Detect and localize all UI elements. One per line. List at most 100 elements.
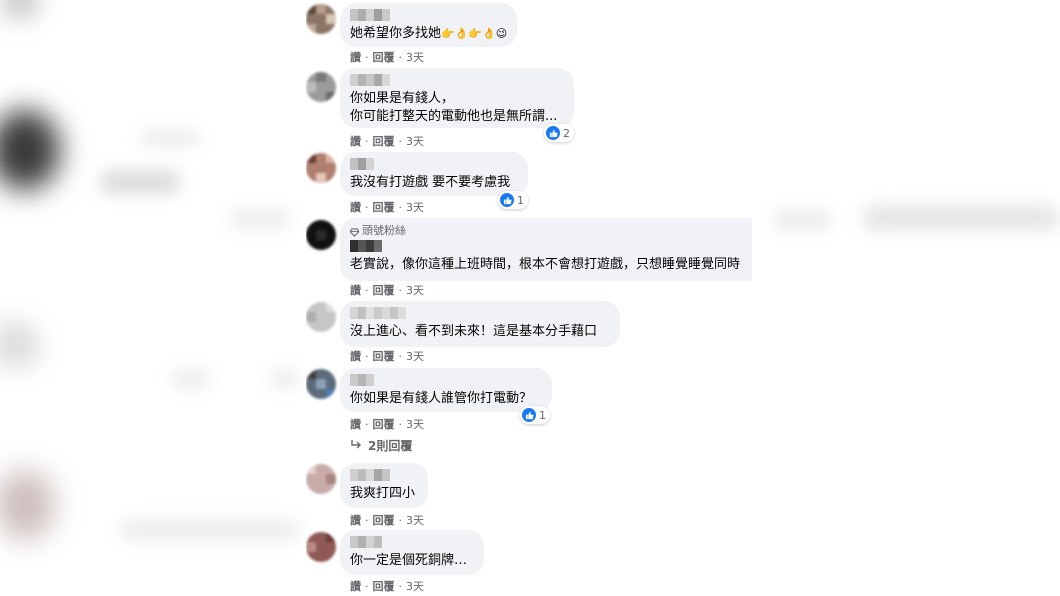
comment-actions: 讚 · 回覆 · 3天 xyxy=(350,199,424,215)
comment-actions: 讚 · 回覆 · 3天 xyxy=(350,348,424,364)
avatar[interactable] xyxy=(306,369,336,399)
comment-bubble: 沒上進心、看不到未來！這是基本分手藉口 xyxy=(340,301,620,347)
avatar[interactable] xyxy=(306,153,336,183)
reaction-count[interactable]: 1 xyxy=(498,191,528,209)
reply-link[interactable]: 回覆 xyxy=(373,416,395,432)
reaction-number: 1 xyxy=(517,193,524,207)
timestamp[interactable]: 3天 xyxy=(406,416,424,432)
commenter-name-blurred[interactable] xyxy=(350,469,418,481)
reaction-number: 2 xyxy=(563,126,570,140)
thumbs-up-icon xyxy=(500,193,514,207)
comment-actions: 讚 · 回覆 · 3天 xyxy=(350,49,424,65)
separator: · xyxy=(398,134,403,148)
commenter-name-blurred[interactable] xyxy=(350,307,610,319)
thumbs-up-icon xyxy=(522,408,536,422)
blurred-background-right xyxy=(752,0,1060,596)
like-link[interactable]: 讚 xyxy=(350,512,361,528)
reply-link[interactable]: 回覆 xyxy=(373,133,395,149)
separator: · xyxy=(365,200,369,214)
commenter-name-blurred[interactable] xyxy=(350,9,507,21)
emoji-sequence: 👉👌👉👌😉 xyxy=(441,27,508,40)
separator: · xyxy=(398,50,403,64)
commenter-name-blurred[interactable] xyxy=(350,240,750,252)
separator: · xyxy=(365,513,369,527)
diamond-icon xyxy=(349,227,360,237)
comment-text: 老實說，像你這種上班時間，根本不會想打遊戲，只想睡覺睡覺同時 xyxy=(350,257,741,272)
comment-bubble: 我沒有打遊戲 要不要考慮我 xyxy=(340,152,528,196)
comment-text: 沒上進心、看不到未來！這是基本分手藉口 xyxy=(350,324,598,339)
like-link[interactable]: 讚 xyxy=(350,199,361,215)
comment-bubble: 我爽打四小 xyxy=(340,463,428,508)
like-link[interactable]: 讚 xyxy=(350,282,361,298)
commenter-name-blurred[interactable] xyxy=(350,74,564,86)
replies-count-label: 2則回覆 xyxy=(368,439,413,453)
reply-link[interactable]: 回覆 xyxy=(373,348,395,364)
comment-bubble: 她希望你多找她👉👌👉👌😉 xyxy=(340,3,518,47)
comment-actions: 讚 · 回覆 · 3天 xyxy=(350,512,424,528)
like-link[interactable]: 讚 xyxy=(350,416,361,432)
comment-text: 你一定是個死銅牌… xyxy=(350,553,468,568)
comment-text: 她希望你多找她👉👌👉👌😉 xyxy=(350,26,508,41)
avatar[interactable] xyxy=(306,4,336,34)
avatar[interactable] xyxy=(306,72,336,102)
like-link[interactable]: 讚 xyxy=(350,578,361,594)
separator: · xyxy=(365,417,369,431)
comment-thread: 她希望你多找她👉👌👉👌😉 讚 · 回覆 · 3天 你如果是有錢人， 你可能打整天的電… xyxy=(306,0,752,596)
timestamp[interactable]: 3天 xyxy=(406,512,424,528)
like-link[interactable]: 讚 xyxy=(350,49,361,65)
reply-link[interactable]: 回覆 xyxy=(373,578,395,594)
reply-link[interactable]: 回覆 xyxy=(373,512,395,528)
avatar[interactable] xyxy=(306,532,336,562)
timestamp[interactable]: 3天 xyxy=(406,348,424,364)
separator: · xyxy=(365,579,369,593)
reaction-count[interactable]: 1 xyxy=(520,406,550,424)
comment-actions: 讚 · 回覆 · 3天 xyxy=(350,133,424,149)
comment-actions: 讚 · 回覆 · 3天 xyxy=(350,578,424,594)
reply-arrow-icon xyxy=(350,439,362,453)
comment-text: 我爽打四小 xyxy=(350,486,416,501)
avatar[interactable] xyxy=(306,302,336,332)
separator: · xyxy=(398,200,403,214)
timestamp[interactable]: 3天 xyxy=(406,199,424,215)
blurred-background-left xyxy=(0,0,306,596)
thumbs-up-icon xyxy=(546,126,560,140)
comment-bubble: 你如果是有錢人， 你可能打整天的電動他也是無所謂... xyxy=(340,68,574,128)
reply-link[interactable]: 回覆 xyxy=(373,199,395,215)
timestamp[interactable]: 3天 xyxy=(406,282,424,298)
separator: · xyxy=(365,283,369,297)
top-fan-badge[interactable]: 頭號粉絲 xyxy=(349,224,750,238)
commenter-name-blurred[interactable] xyxy=(350,374,542,386)
commenter-name-blurred[interactable] xyxy=(350,536,474,548)
comment-text: 你如果是有錢人， xyxy=(350,91,455,106)
comment-text: 你可能打整天的電動他也是無所謂... xyxy=(350,109,558,124)
reply-link[interactable]: 回覆 xyxy=(373,49,395,65)
comment-text: 我沒有打遊戲 要不要考慮我 xyxy=(350,175,511,190)
comment-actions: 讚 · 回覆 · 3天 xyxy=(350,282,424,298)
like-link[interactable]: 讚 xyxy=(350,348,361,364)
separator: · xyxy=(398,579,403,593)
timestamp[interactable]: 3天 xyxy=(406,49,424,65)
like-link[interactable]: 讚 xyxy=(350,133,361,149)
separator: · xyxy=(398,417,403,431)
comment-bubble: 頭號粉絲 老實說，像你這種上班時間，根本不會想打遊戲，只想睡覺睡覺同時 xyxy=(340,218,752,281)
timestamp[interactable]: 3天 xyxy=(406,133,424,149)
view-replies-link[interactable]: 2則回覆 xyxy=(350,437,412,454)
avatar[interactable] xyxy=(306,220,336,250)
reply-link[interactable]: 回覆 xyxy=(373,282,395,298)
commenter-name-blurred[interactable] xyxy=(350,158,518,170)
separator: · xyxy=(365,50,369,64)
badge-label: 頭號粉絲 xyxy=(362,224,406,237)
separator: · xyxy=(365,349,369,363)
separator: · xyxy=(365,134,369,148)
comment-bubble: 你如果是有錢人誰管你打電動？ xyxy=(340,368,552,412)
comment-actions: 讚 · 回覆 · 3天 xyxy=(350,416,424,432)
timestamp[interactable]: 3天 xyxy=(406,578,424,594)
separator: · xyxy=(398,283,403,297)
avatar[interactable] xyxy=(306,464,336,494)
comment-bubble: 你一定是個死銅牌… xyxy=(340,530,484,575)
separator: · xyxy=(398,513,403,527)
reaction-count[interactable]: 2 xyxy=(544,124,574,142)
reaction-number: 1 xyxy=(539,408,546,422)
comment-text: 你如果是有錢人誰管你打電動？ xyxy=(350,391,533,406)
separator: · xyxy=(398,349,403,363)
